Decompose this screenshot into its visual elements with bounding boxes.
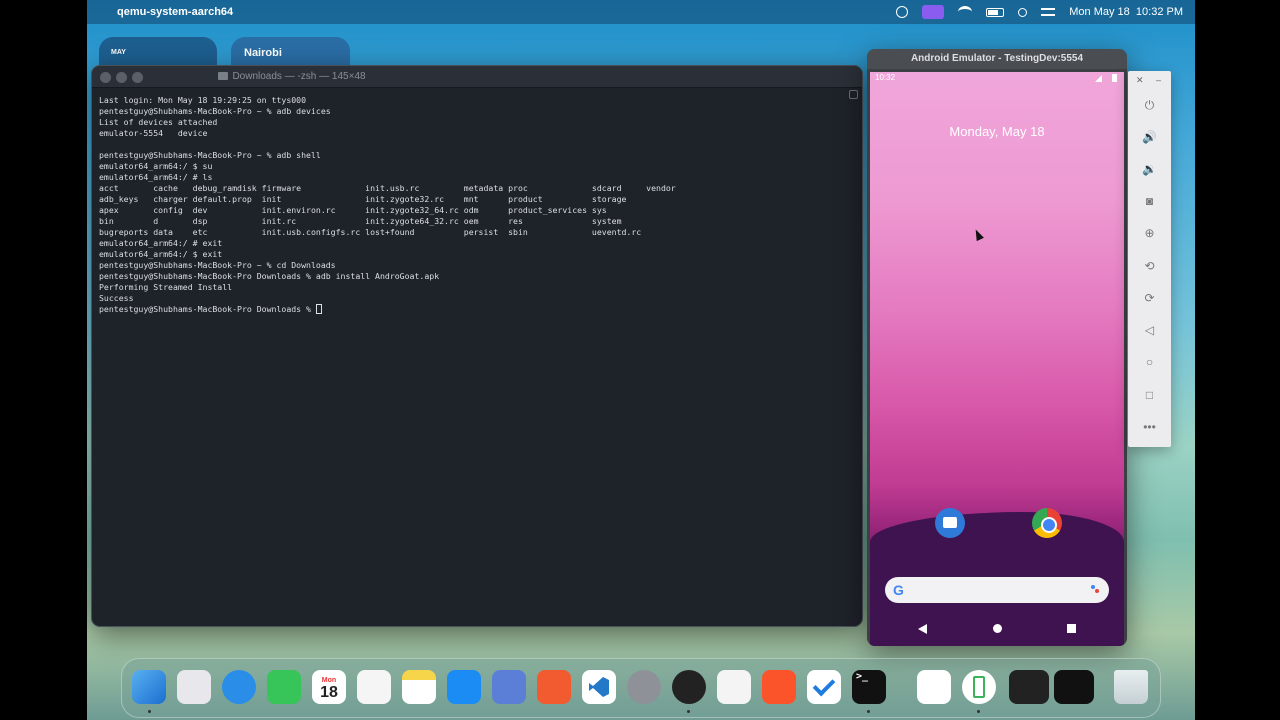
messages-app-icon[interactable] xyxy=(935,508,965,538)
weather-widget-city: Nairobi xyxy=(244,47,282,59)
vmware-icon[interactable] xyxy=(717,670,751,704)
camera-icon[interactable]: ◙ xyxy=(1141,193,1158,210)
calendar-app-icon[interactable]: Mon 18 xyxy=(312,670,346,704)
vpn-icon[interactable] xyxy=(896,6,909,18)
running-indicator xyxy=(977,710,980,713)
zoom-icon[interactable]: ⊕ xyxy=(1141,225,1158,242)
android-screen[interactable]: 10:32 Monday, May 18 G xyxy=(870,72,1124,646)
battery-icon[interactable] xyxy=(986,7,1005,17)
android-emulator-window[interactable]: Android Emulator - TestingDev:5554 10:32… xyxy=(867,49,1127,646)
running-indicator xyxy=(148,710,151,713)
screen-record-icon[interactable] xyxy=(922,5,945,19)
terminal-line: List of devices attached xyxy=(99,117,218,127)
menu-extras: Mon May 18 10:32 PM xyxy=(896,0,1183,24)
launchpad-icon[interactable] xyxy=(177,670,211,704)
volume-down-icon[interactable]: 🔉 xyxy=(1141,161,1158,178)
recents-icon[interactable] xyxy=(1067,624,1076,633)
emulator-app-icon[interactable] xyxy=(962,670,996,704)
menu-bar: qemu-system-aarch64 Mon May 18 10:32 PM xyxy=(87,0,1195,24)
terminal-line: emulator-5554 device xyxy=(99,128,208,138)
android-date[interactable]: Monday, May 18 xyxy=(870,124,1124,139)
dock: Mon 18 >_ xyxy=(121,658,1161,718)
burp-suite-icon[interactable] xyxy=(537,670,571,704)
finder-icon[interactable] xyxy=(132,670,166,704)
back-icon[interactable] xyxy=(918,624,927,634)
emulator-toolbar: ✕ – ⏻ 🔊 🔉 ◙ ⊕ ⟲ ⟳ ◁ ○ □ ••• xyxy=(1128,71,1171,447)
emulator-title[interactable]: Android Emulator - TestingDev:5554 xyxy=(867,49,1127,69)
facetime-icon[interactable] xyxy=(267,670,301,704)
trash-icon[interactable] xyxy=(1114,670,1148,704)
power-icon[interactable]: ⏻ xyxy=(1141,97,1158,114)
terminal-title: Downloads — -zsh — 145×48 xyxy=(92,71,862,82)
terminal-line: emulator64_arm64:/ $ su xyxy=(99,161,213,171)
notes-icon[interactable] xyxy=(402,670,436,704)
terminal-line: apex config dev init.environ.rc init.zyg… xyxy=(99,205,607,215)
brave-browser-icon[interactable] xyxy=(762,670,796,704)
terminal-line: adb_keys charger default.prop init init.… xyxy=(99,194,627,204)
calendar-widget-month: MAY xyxy=(111,49,126,56)
android-status-time: 10:32 xyxy=(875,73,896,82)
home-button-icon[interactable]: ○ xyxy=(1141,354,1158,371)
terminal-line: pentestguy@Shubhams-MacBook-Pro ~ % adb … xyxy=(99,150,321,160)
terminal-cursor xyxy=(315,304,322,314)
terminal-line: emulator64_arm64:/ # ls xyxy=(99,172,213,182)
desktop: qemu-system-aarch64 Mon May 18 10:32 PM … xyxy=(87,0,1195,720)
terminal-line: Success xyxy=(99,293,134,303)
spotlight-search-icon[interactable] xyxy=(1018,7,1028,17)
menu-app-name[interactable]: qemu-system-aarch64 xyxy=(117,6,233,18)
terminal-line: pentestguy@Shubhams-MacBook-Pro ~ % cd D… xyxy=(99,260,336,270)
terminal-line: emulator64_arm64:/ # exit xyxy=(99,238,223,248)
obs-icon[interactable] xyxy=(672,670,706,704)
terminal-output[interactable]: Last login: Mon May 18 19:29:25 on ttys0… xyxy=(99,95,842,626)
recent-window-thumbnail-1[interactable] xyxy=(1009,670,1049,704)
android-status-bar: 10:32 xyxy=(870,72,1124,86)
system-preferences-icon[interactable] xyxy=(627,670,661,704)
volume-up-icon[interactable]: 🔊 xyxy=(1141,129,1158,146)
running-indicator xyxy=(687,710,690,713)
terminal-scroll-indicator[interactable] xyxy=(849,90,858,99)
terminal-line: Last login: Mon May 18 19:29:25 on ttys0… xyxy=(99,95,307,105)
dock-calendar-day: 18 xyxy=(320,684,338,701)
google-logo-icon: G xyxy=(893,582,904,598)
terminal-line: pentestguy@Shubhams-MacBook-Pro Download… xyxy=(99,304,842,315)
terminal-line: emulator64_arm64:/ $ exit xyxy=(99,249,223,259)
recent-window-thumbnail-2[interactable] xyxy=(1054,670,1094,704)
control-center-icon[interactable] xyxy=(1041,8,1056,16)
chrome-app-icon[interactable] xyxy=(1032,508,1062,538)
terminal-line: acct cache debug_ramdisk firmware init.u… xyxy=(99,183,676,193)
terminal-app-glyph: >_ xyxy=(856,671,869,682)
more-icon[interactable]: ••• xyxy=(1141,419,1158,436)
app-store-icon[interactable] xyxy=(447,670,481,704)
terminal-line: bugreports data etc init.usb.configfs.rc… xyxy=(99,227,642,237)
terminal-app-icon[interactable]: >_ xyxy=(852,670,886,704)
rotate-left-icon[interactable]: ⟲ xyxy=(1141,258,1158,275)
terminal-line: bin d dsp init.rc init.zygote64_32.rc oe… xyxy=(99,216,622,226)
folder-icon xyxy=(218,72,229,80)
emulator-close-icon[interactable]: ✕ xyxy=(1136,75,1144,86)
home-icon[interactable] xyxy=(993,624,1002,633)
google-search-bar[interactable]: G xyxy=(885,577,1109,603)
terminal-line: pentestguy@Shubhams-MacBook-Pro ~ % adb … xyxy=(99,106,331,116)
assistant-icon[interactable] xyxy=(1091,585,1099,595)
android-studio-icon[interactable] xyxy=(917,670,951,704)
safari-icon[interactable] xyxy=(222,670,256,704)
terminal-line: pentestguy@Shubhams-MacBook-Pro Download… xyxy=(99,271,440,281)
terminal-window[interactable]: Downloads — -zsh — 145×48 Last login: Mo… xyxy=(91,65,863,627)
simulator-icon[interactable] xyxy=(492,670,526,704)
terminal-line: Performing Streamed Install xyxy=(99,282,233,292)
overview-button-icon[interactable]: □ xyxy=(1141,387,1158,404)
wifi-icon[interactable] xyxy=(958,6,973,18)
vscode-icon[interactable] xyxy=(582,670,616,704)
android-nav-bar xyxy=(870,617,1124,641)
terminal-titlebar[interactable]: Downloads — -zsh — 145×48 xyxy=(92,66,862,88)
running-indicator xyxy=(867,710,870,713)
rotate-right-icon[interactable]: ⟳ xyxy=(1141,290,1158,307)
reminders-icon[interactable] xyxy=(357,670,391,704)
tasks-icon[interactable] xyxy=(807,670,841,704)
back-button-icon[interactable]: ◁ xyxy=(1141,322,1158,339)
signal-battery-icon xyxy=(1095,74,1119,82)
menu-clock[interactable]: Mon May 18 10:32 PM xyxy=(1069,6,1183,18)
emulator-minimize-icon[interactable]: – xyxy=(1156,75,1161,85)
